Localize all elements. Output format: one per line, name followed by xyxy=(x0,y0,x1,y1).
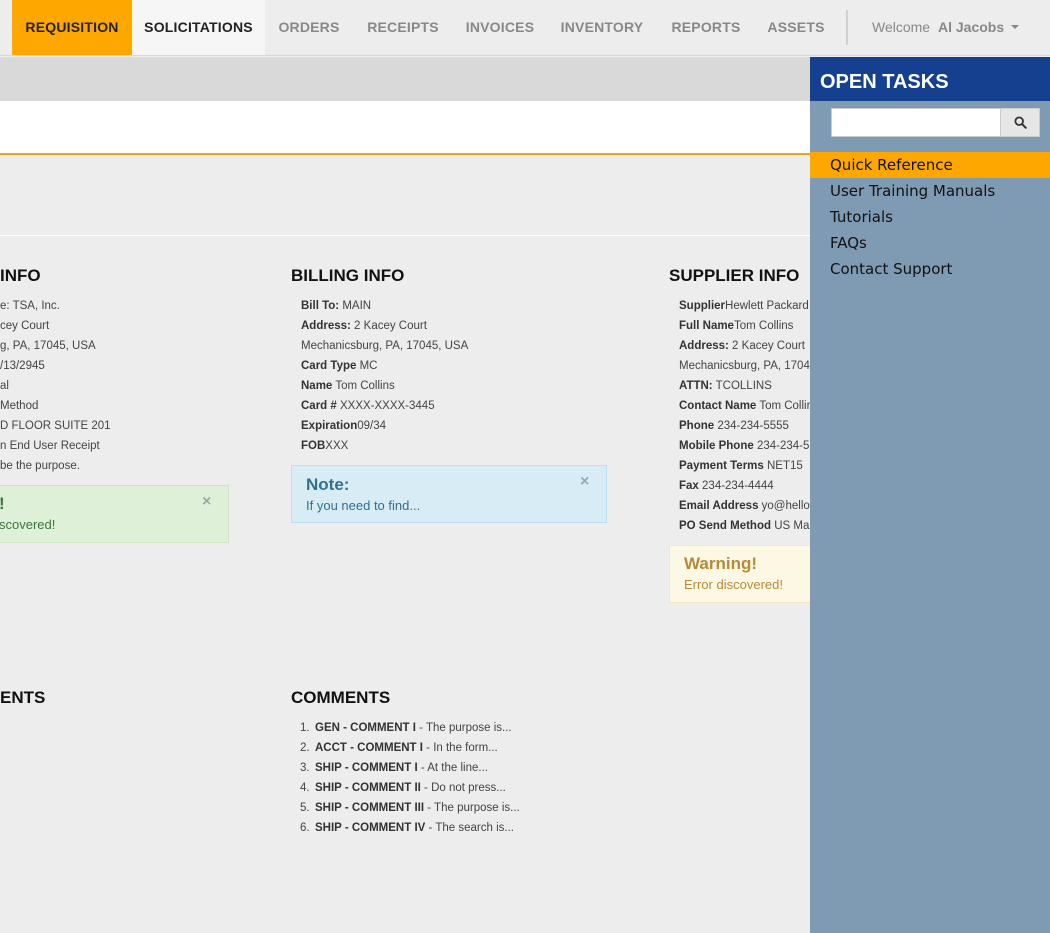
supplier-row: SupplierHewlett Packard xyxy=(679,300,809,312)
tasks-menu: Quick Reference User Training Manuals Tu… xyxy=(810,152,1050,282)
success-alert: ! scovered! × xyxy=(0,485,229,543)
search-button[interactable] xyxy=(1000,108,1040,137)
shipping-row: cey Court xyxy=(0,320,50,332)
shipping-row: e: TSA, Inc. xyxy=(0,300,60,312)
supplier-row: ATTN: TCOLLINS xyxy=(679,380,772,392)
tab-reports[interactable]: REPORTS xyxy=(664,0,748,55)
tasks-search-input[interactable] xyxy=(831,108,1001,137)
success-alert-title: ! xyxy=(0,494,5,514)
caret-down-icon xyxy=(1011,25,1020,30)
supplier-row: Mechanicsburg, PA, 1704 xyxy=(679,360,810,372)
list-item: 1. GEN - COMMENT I - The purpose is... xyxy=(300,722,512,734)
close-icon[interactable]: × xyxy=(580,473,589,491)
tab-requisition[interactable]: REQUISITION xyxy=(12,0,132,55)
supplier-row: PO Send Method US Mai xyxy=(679,520,810,532)
billing-row: FOBXXX xyxy=(301,440,349,452)
tab-receipts[interactable]: RECEIPTS xyxy=(360,0,446,55)
list-item: 2. ACCT - COMMENT I - In the form... xyxy=(300,742,498,754)
billing-row: Address: 2 Kacey Court xyxy=(301,320,427,332)
billing-row: Name Tom Collins xyxy=(301,380,395,392)
shipping-info-list: e: TSA, Inc. cey Court g, PA, 17045, USA… xyxy=(0,296,111,476)
shipping-row: al xyxy=(0,380,9,392)
shipping-info-title: INFO xyxy=(0,266,41,285)
toolbar-strip xyxy=(0,172,810,236)
tab-solicitations[interactable]: SOLICITATIONS xyxy=(132,0,265,55)
shipping-row: g, PA, 17045, USA xyxy=(0,340,96,352)
supplier-row: Full NameTom Collins xyxy=(679,320,794,332)
supplier-info-list: SupplierHewlett Packard Full NameTom Col… xyxy=(679,296,810,536)
tab-assets[interactable]: ASSETS xyxy=(760,0,832,55)
menu-item-user-training-manuals[interactable]: User Training Manuals xyxy=(810,178,1050,204)
note-alert-title: Note: xyxy=(306,475,350,494)
note-alert: Note: If you need to find... × xyxy=(291,465,607,523)
close-icon[interactable]: × xyxy=(202,493,211,511)
content-header xyxy=(0,101,810,155)
tab-inventory[interactable]: INVENTORY xyxy=(554,0,650,55)
shipping-row: n End User Receipt xyxy=(0,440,100,452)
welcome-label: Welcome xyxy=(872,19,931,35)
shipping-row: be the purpose. xyxy=(0,460,80,472)
list-item: 3. SHIP - COMMENT I - At the line... xyxy=(300,762,488,774)
billing-row: Card Type MC xyxy=(301,360,378,372)
open-tasks-title: OPEN TASKS xyxy=(810,57,1050,101)
supplier-info-section: SUPPLIER INFO SupplierHewlett Packard Fu… xyxy=(660,262,810,607)
supplier-row: Phone 234-234-5555 xyxy=(679,420,789,432)
user-menu[interactable]: Welcome Al Jacobs xyxy=(872,0,1020,55)
menu-item-tutorials[interactable]: Tutorials xyxy=(810,204,1050,230)
top-navigation: REQUISITION SOLICITATIONS ORDERS RECEIPT… xyxy=(0,0,1050,56)
search-icon xyxy=(1013,116,1027,129)
warning-alert-text: Error discovered! xyxy=(684,577,783,592)
tab-invoices[interactable]: INVOICES xyxy=(459,0,541,55)
warning-alert-title: Warning! xyxy=(684,554,758,573)
billing-row: Expiration09/34 xyxy=(301,420,387,432)
supplier-row: Email Address yo@hello.c xyxy=(679,500,810,512)
warning-alert: Warning! Error discovered! xyxy=(669,545,810,603)
supplier-row: Payment Terms NET15 xyxy=(679,460,803,472)
tab-orders[interactable]: ORDERS xyxy=(270,0,348,55)
comments-left-section: ENTS xyxy=(0,684,80,714)
supplier-row: Contact Name Tom Collir xyxy=(679,400,810,412)
supplier-info-title: SUPPLIER INFO xyxy=(669,266,800,285)
comments-list: 1. GEN - COMMENT I - The purpose is... 2.… xyxy=(300,718,520,838)
supplier-row: Address: 2 Kacey Court xyxy=(679,340,805,352)
open-tasks-panel: OPEN TASKS Quick Reference User Training… xyxy=(810,57,1050,933)
billing-row: Bill To: MAIN xyxy=(301,300,372,312)
nav-divider xyxy=(846,10,848,45)
shipping-row: D FLOOR SUITE 201 xyxy=(0,420,111,432)
supplier-row: Fax 234-234-4444 xyxy=(679,480,774,492)
billing-info-list: Bill To: MAIN Address: 2 Kacey Court Mec… xyxy=(301,296,468,456)
billing-row: Mechanicsburg, PA, 17045, USA xyxy=(301,340,469,352)
billing-row: Card # XXXX-XXXX-3445 xyxy=(301,400,435,412)
menu-item-contact-support[interactable]: Contact Support xyxy=(810,256,1050,282)
comments-title: COMMENTS xyxy=(291,688,391,707)
list-item: 6. SHIP - COMMENT IV - The search is... xyxy=(300,822,514,834)
shipping-row: Method xyxy=(0,400,39,412)
menu-item-quick-reference[interactable]: Quick Reference xyxy=(810,152,1050,178)
list-item: 5. SHIP - COMMENT III - The purpose is... xyxy=(300,802,520,814)
success-alert-text: scovered! xyxy=(0,517,56,532)
comments-left-title: ENTS xyxy=(0,688,46,707)
shipping-info-section: INFO e: TSA, Inc. cey Court g, PA, 17045… xyxy=(0,262,240,562)
list-item: 4. SHIP - COMMENT II - Do not press... xyxy=(300,782,506,794)
billing-info-title: BILLING INFO xyxy=(291,266,405,285)
note-alert-text: If you need to find... xyxy=(306,498,421,513)
subheader-bar xyxy=(0,57,810,101)
shipping-row: /13/2945 xyxy=(0,360,45,372)
user-name: Al Jacobs xyxy=(937,19,1005,35)
supplier-row: Mobile Phone 234-234-5 xyxy=(679,440,810,452)
menu-item-faqs[interactable]: FAQs xyxy=(810,230,1050,256)
